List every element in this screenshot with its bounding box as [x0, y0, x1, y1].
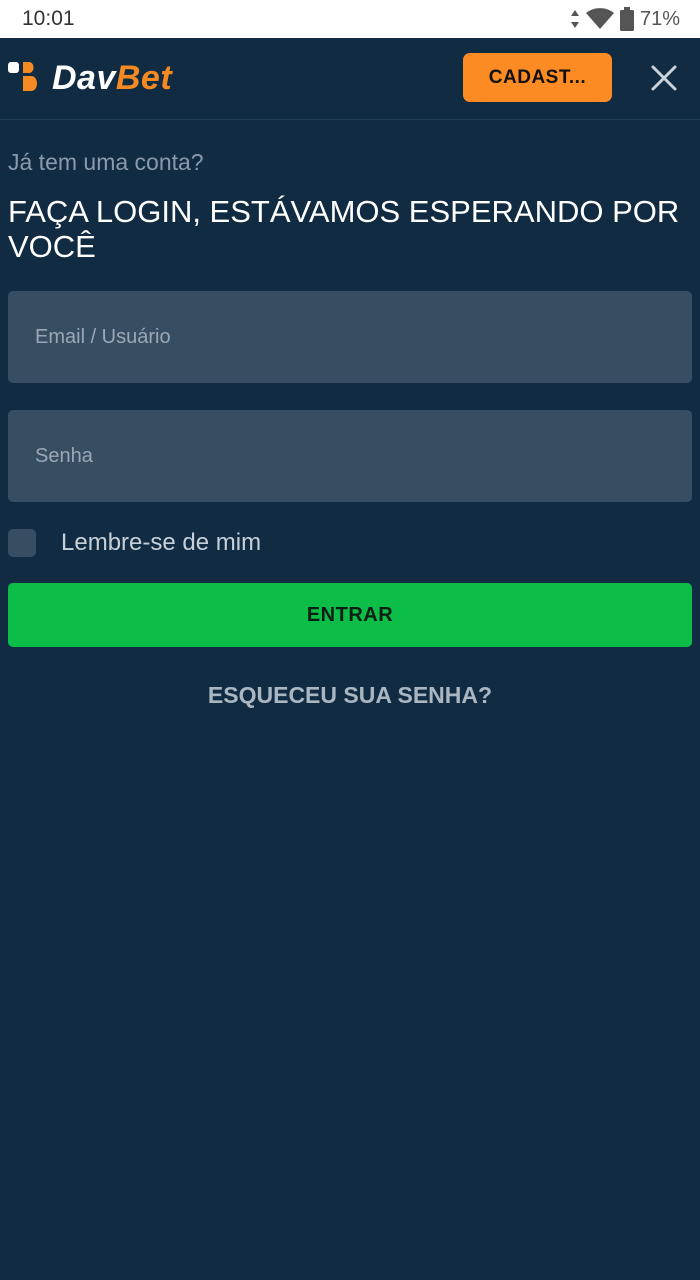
logo-text-dav: Dav [52, 59, 116, 97]
data-arrows-icon [570, 10, 579, 28]
status-time: 10:01 [22, 7, 75, 30]
status-bar: 10:01 71% [0, 0, 700, 38]
logo: DavBet [52, 56, 172, 100]
close-icon[interactable] [648, 62, 680, 94]
wifi-icon [585, 8, 614, 29]
logo-mark-icon [8, 62, 37, 91]
login-headline: FAÇA LOGIN, ESTÁVAMOS ESPERANDO POR VOCÊ [8, 194, 680, 264]
status-icons: 71% [570, 5, 680, 33]
logo-text-bet: Bet [115, 59, 173, 97]
remember-me-label[interactable]: Lembre-se de mim [61, 529, 261, 557]
signup-button[interactable]: CADAST... [463, 53, 612, 102]
password-input[interactable] [8, 410, 692, 502]
login-subtitle: Já tem uma conta? [8, 149, 204, 175]
battery-percent: 71% [639, 7, 680, 30]
login-submit-button[interactable]: ENTRAR [8, 583, 692, 647]
battery-icon [619, 7, 634, 31]
email-input[interactable] [8, 291, 692, 383]
remember-me: Lembre-se de mim [8, 529, 261, 557]
app-header: DavBet CADAST... [0, 38, 700, 120]
forgot-password-link[interactable]: ESQUECEU SUA SENHA? [0, 682, 700, 709]
remember-me-checkbox[interactable] [8, 529, 36, 557]
